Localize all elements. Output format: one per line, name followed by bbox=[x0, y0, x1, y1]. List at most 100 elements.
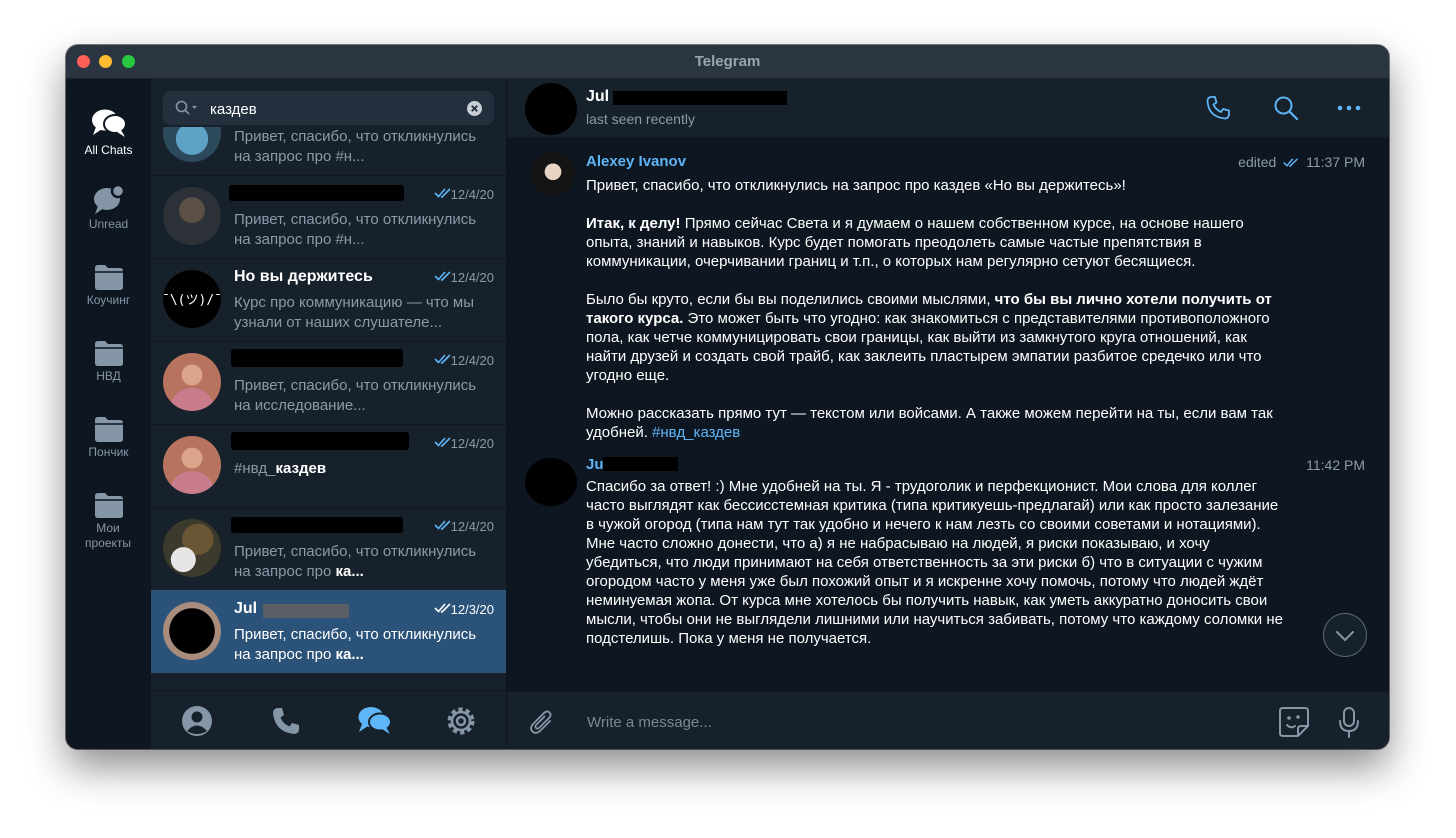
chat-date: 12/4/20 bbox=[450, 187, 494, 202]
folder-unread[interactable]: Unread bbox=[66, 183, 151, 232]
microphone-icon[interactable] bbox=[1339, 706, 1359, 738]
folder-label: Пончик bbox=[88, 445, 129, 459]
avatar bbox=[163, 436, 221, 494]
chat-name: Jul bbox=[234, 600, 258, 617]
avatar bbox=[163, 127, 221, 162]
bold-text: Итак, к делу! bbox=[586, 215, 681, 232]
profile-icon[interactable] bbox=[181, 705, 213, 737]
folder-ponchik[interactable]: Пончик bbox=[66, 415, 151, 460]
search-bar bbox=[163, 91, 494, 125]
text-run: Было бы круто, если бы вы поделились сво… bbox=[586, 291, 995, 308]
search-icon[interactable] bbox=[1273, 95, 1299, 121]
message-text: Спасибо за ответ! :) Мне удобней на ты. … bbox=[586, 478, 1283, 647]
folder-label: Коучинг bbox=[86, 293, 131, 307]
avatar bbox=[163, 602, 221, 660]
chat-preview: Привет, спасибо, что откликнулись на зап… bbox=[234, 128, 477, 165]
text-run: Прямо сейчас Света и я думаем о нашем со… bbox=[586, 215, 1244, 270]
chat-preview: Привет, спасибо, что откликнулись на зап… bbox=[234, 211, 477, 248]
call-icon[interactable] bbox=[1205, 95, 1231, 121]
avatar bbox=[163, 187, 221, 245]
read-checkmarks-icon bbox=[434, 603, 451, 613]
folder-coaching[interactable]: Коучинг bbox=[66, 263, 151, 308]
more-options-icon[interactable] bbox=[1336, 95, 1362, 121]
settings-icon[interactable] bbox=[445, 705, 477, 737]
chat-list-panel: Привет, спасибо, что откликнулись на зап… bbox=[151, 79, 507, 749]
message-paragraph: Итак, к делу! Прямо сейчас Света и я дум… bbox=[586, 214, 1286, 271]
redacted-name bbox=[229, 185, 404, 201]
unread-chat-icon bbox=[93, 183, 125, 214]
message-author[interactable]: Alexey Ivanov bbox=[586, 153, 686, 170]
folder-icon bbox=[94, 493, 123, 518]
sticker-icon[interactable] bbox=[1278, 706, 1310, 738]
avatar bbox=[163, 353, 221, 411]
chat-preview: Привет, спасибо, что откликнулись на исс… bbox=[234, 377, 477, 414]
avatar: ¯\(ツ)/¯ bbox=[163, 270, 221, 328]
message-text: Привет, спасибо, что откликнулись на зап… bbox=[586, 176, 1286, 442]
folder-label: Unread bbox=[88, 217, 129, 231]
window-title: Telegram bbox=[694, 53, 761, 70]
avatar bbox=[163, 519, 221, 577]
preview-text: #нвд_ bbox=[234, 460, 276, 477]
folder-all-chats[interactable]: All Chats bbox=[66, 107, 151, 158]
chat-header: Jul last seen recently bbox=[507, 79, 1389, 138]
telegram-window: Telegram All Chats Unread Коучинг НВД По… bbox=[66, 45, 1389, 749]
folder-icon bbox=[94, 265, 123, 290]
chat-preview: Курс про коммуникацию — что мы узнали от… bbox=[234, 294, 474, 331]
preview-highlight: ка... bbox=[335, 563, 364, 580]
chat-list: Привет, спасибо, что откликнулись на зап… bbox=[151, 127, 506, 677]
hashtag-link[interactable]: #нвд_каздев bbox=[652, 424, 740, 441]
chat-pane: Jul last seen recently Alexey Ivanov edi… bbox=[507, 79, 1389, 749]
chat-row[interactable]: 12/4/20 #нвд_каздев bbox=[151, 424, 506, 508]
chat-row-selected[interactable]: Jul 12/3/20 Привет, спасибо, что откликн… bbox=[151, 590, 506, 673]
read-checkmarks-icon bbox=[434, 437, 451, 447]
folder-icon bbox=[94, 417, 123, 442]
message-paragraph: Можно рассказать прямо тут — текстом или… bbox=[586, 404, 1286, 442]
chat-date: 12/4/20 bbox=[450, 270, 494, 285]
avatar[interactable] bbox=[531, 152, 575, 196]
message-input[interactable] bbox=[585, 710, 1229, 734]
chat-avatar[interactable] bbox=[525, 83, 577, 135]
scroll-to-bottom-button[interactable] bbox=[1323, 613, 1367, 657]
chat-date: 12/4/20 bbox=[450, 436, 494, 451]
attach-icon[interactable] bbox=[529, 708, 555, 736]
chats-icon bbox=[91, 109, 127, 137]
message-author[interactable]: Ju bbox=[586, 456, 604, 473]
read-checkmarks-icon bbox=[434, 520, 451, 530]
read-checkmarks-icon bbox=[1283, 158, 1299, 168]
clear-search-icon[interactable] bbox=[467, 101, 482, 116]
chevron-down-icon bbox=[1336, 631, 1354, 642]
message-history: Alexey Ivanov edited 11:37 PM Привет, сп… bbox=[507, 138, 1389, 691]
redacted-name bbox=[263, 604, 349, 618]
search-icon[interactable] bbox=[175, 100, 199, 116]
chats-icon[interactable] bbox=[357, 705, 393, 737]
chat-date: 12/3/20 bbox=[450, 602, 494, 617]
folder-label: All Chats bbox=[84, 143, 133, 157]
chat-status: last seen recently bbox=[586, 111, 695, 127]
chat-row[interactable]: ¯\(ツ)/¯ Но вы держитесь 12/4/20 Курс про… bbox=[151, 258, 506, 342]
redacted-name bbox=[231, 349, 403, 367]
chat-row[interactable]: 12/4/20 Привет, спасибо, что откликнулис… bbox=[151, 507, 506, 591]
redacted-name bbox=[603, 457, 678, 471]
title-bar: Telegram bbox=[66, 45, 1389, 79]
search-input[interactable] bbox=[208, 97, 462, 121]
folder-label: Мои проекты bbox=[84, 521, 132, 550]
chat-title[interactable]: Jul bbox=[586, 88, 609, 106]
read-checkmarks-icon bbox=[434, 271, 451, 281]
chat-row[interactable]: 12/4/20 Привет, спасибо, что откликнулис… bbox=[151, 341, 506, 425]
chat-preview: Привет, спасибо, что откликнулись на зап… bbox=[234, 542, 486, 582]
edited-label: edited bbox=[1238, 154, 1277, 170]
chat-row[interactable]: 12/4/20 Привет, спасибо, что откликнулис… bbox=[151, 175, 506, 259]
chat-preview: #нвд_каздев bbox=[234, 459, 486, 479]
redacted-name bbox=[231, 432, 409, 450]
folder-label: НВД bbox=[96, 369, 121, 383]
message-meta: edited 11:37 PM bbox=[1238, 154, 1365, 170]
chat-date: 12/4/20 bbox=[450, 353, 494, 368]
message-paragraph: Было бы круто, если бы вы поделились сво… bbox=[586, 290, 1286, 385]
message-composer bbox=[507, 691, 1389, 749]
folder-my-projects[interactable]: Мои проекты bbox=[66, 491, 151, 551]
phone-icon[interactable] bbox=[270, 705, 302, 737]
chat-row[interactable]: Привет, спасибо, что откликнулись на зап… bbox=[151, 127, 506, 176]
folder-nvd[interactable]: НВД bbox=[66, 339, 151, 384]
folder-rail: All Chats Unread Коучинг НВД Пончик Мои … bbox=[66, 79, 151, 749]
avatar[interactable] bbox=[525, 458, 577, 506]
